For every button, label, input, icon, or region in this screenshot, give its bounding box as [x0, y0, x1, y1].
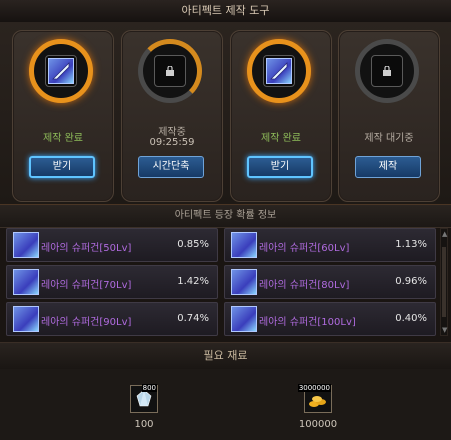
craft-button[interactable]: 제작 [355, 156, 421, 178]
crystal-icon: 800 [130, 384, 158, 413]
progress-ring [138, 39, 202, 103]
item-name: 레아의 슈퍼건[90Lv] [41, 317, 132, 328]
item-rate: 1.42% [177, 276, 209, 287]
craft-slot-1: 제작 완료 받기 [12, 30, 114, 202]
material-item: 800 100 [114, 384, 174, 435]
list-scrollbar[interactable]: ▲ ▼ [440, 228, 448, 336]
item-name: 레아의 슈퍼건[70Lv] [41, 280, 132, 291]
item-name: 레아의 슈퍼건[80Lv] [259, 280, 350, 291]
materials-title: 필요 재료 [0, 342, 451, 370]
gun-icon [13, 306, 39, 332]
progress-ring [247, 39, 311, 103]
gun-icon [231, 269, 257, 295]
stack-count: 800 [141, 384, 157, 392]
slot-status: 제작 완료 [261, 133, 301, 144]
scroll-thumb[interactable] [442, 247, 446, 317]
item-rate: 0.40% [395, 313, 427, 324]
craft-slot-3: 제작 완료 받기 [230, 30, 332, 202]
material-item: 3000000 100000 [288, 384, 348, 435]
item-rate: 0.74% [177, 313, 209, 324]
probability-info-title: 아티펙트 등장 확률 정보 [0, 205, 451, 228]
sword-icon [48, 58, 74, 84]
slot-status: 제작중 [158, 127, 186, 138]
craft-slots-panel: 제작 완료 받기 제작중 09:25:59 시간단축 제작 완료 받기 제작 대… [0, 22, 451, 206]
lock-icon [166, 66, 174, 76]
lock-icon [383, 66, 391, 76]
gun-icon [231, 306, 257, 332]
list-item[interactable]: 레아의 슈퍼건[70Lv] 1.42% [6, 265, 218, 299]
receive-button[interactable]: 받기 [29, 156, 95, 178]
progress-ring [355, 39, 419, 103]
gold-icon: 3000000 [297, 384, 332, 413]
item-name: 레아의 슈퍼건[60Lv] [259, 243, 350, 254]
slot-status: 제작 완료 [43, 133, 83, 144]
scroll-down-icon[interactable]: ▼ [442, 326, 447, 334]
window-title: 아티펙트 제작 도구 [0, 0, 451, 23]
gun-icon [13, 269, 39, 295]
sword-icon [266, 58, 292, 84]
craft-slot-2: 제작중 09:25:59 시간단축 [121, 30, 223, 202]
materials-panel: 800 100 3000000 100000 [0, 369, 451, 440]
item-rate: 1.13% [395, 239, 427, 250]
item-rate: 0.96% [395, 276, 427, 287]
slot-status: 제작 대기중 [364, 133, 414, 144]
receive-button[interactable]: 받기 [247, 156, 313, 178]
material-amount: 100000 [298, 419, 338, 430]
probability-list: 레아의 슈퍼건[50Lv] 0.85% 레아의 슈퍼건[60Lv] 1.13% … [6, 228, 436, 336]
item-name: 레아의 슈퍼건[50Lv] [41, 243, 132, 254]
list-item[interactable]: 레아의 슈퍼건[80Lv] 0.96% [224, 265, 436, 299]
craft-slot-4: 제작 대기중 제작 [338, 30, 440, 202]
list-item[interactable]: 레아의 슈퍼건[60Lv] 1.13% [224, 228, 436, 262]
list-item[interactable]: 레아의 슈퍼건[90Lv] 0.74% [6, 302, 218, 336]
remaining-time: 09:25:59 [149, 137, 195, 148]
gun-icon [231, 232, 257, 258]
stack-count: 3000000 [297, 384, 331, 392]
progress-ring [29, 39, 93, 103]
list-item[interactable]: 레아의 슈퍼건[100Lv] 0.40% [224, 302, 436, 336]
item-name: 레아의 슈퍼건[100Lv] [259, 317, 356, 328]
speed-up-button[interactable]: 시간단축 [138, 156, 204, 178]
item-rate: 0.85% [177, 239, 209, 250]
material-amount: 100 [134, 419, 154, 430]
gun-icon [13, 232, 39, 258]
list-item[interactable]: 레아의 슈퍼건[50Lv] 0.85% [6, 228, 218, 262]
scroll-up-icon[interactable]: ▲ [442, 230, 447, 238]
